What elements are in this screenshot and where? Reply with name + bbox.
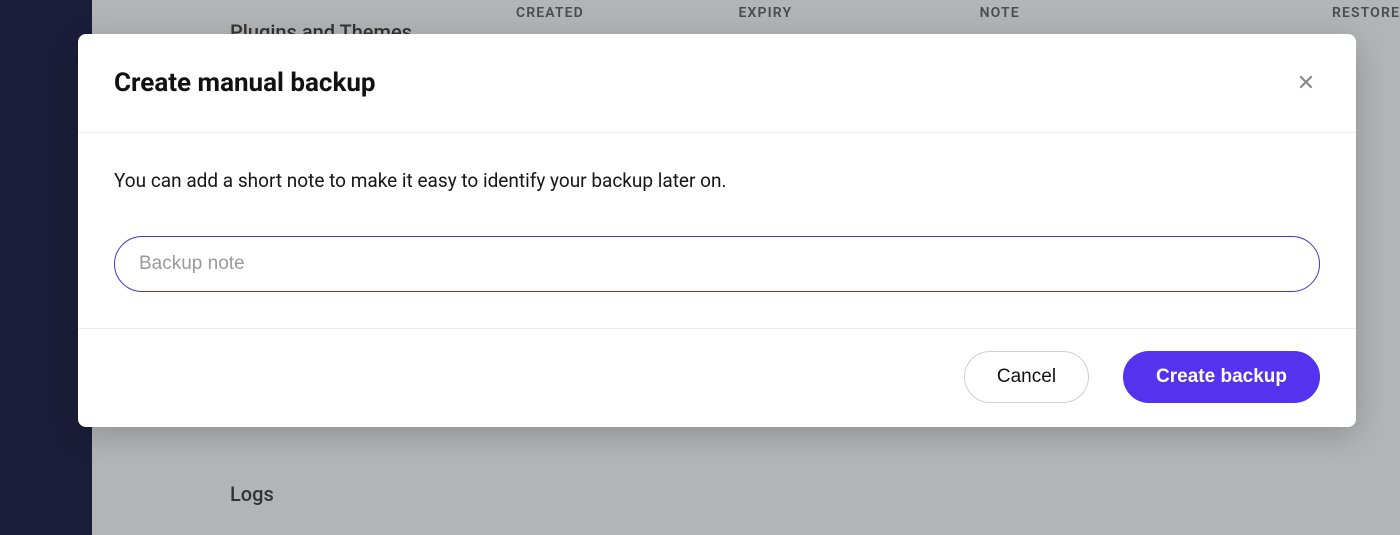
modal-description: You can add a short note to make it easy…: [114, 169, 1320, 192]
backup-note-input[interactable]: [114, 236, 1320, 292]
modal-body: You can add a short note to make it easy…: [78, 133, 1356, 329]
modal-footer: Cancel Create backup: [78, 329, 1356, 427]
create-backup-modal: Create manual backup ✕ You can add a sho…: [78, 34, 1356, 427]
modal-header: Create manual backup ✕: [78, 34, 1356, 133]
close-icon[interactable]: ✕: [1292, 69, 1320, 97]
modal-title: Create manual backup: [114, 68, 376, 98]
cancel-button[interactable]: Cancel: [964, 351, 1089, 403]
create-backup-button[interactable]: Create backup: [1123, 351, 1320, 403]
